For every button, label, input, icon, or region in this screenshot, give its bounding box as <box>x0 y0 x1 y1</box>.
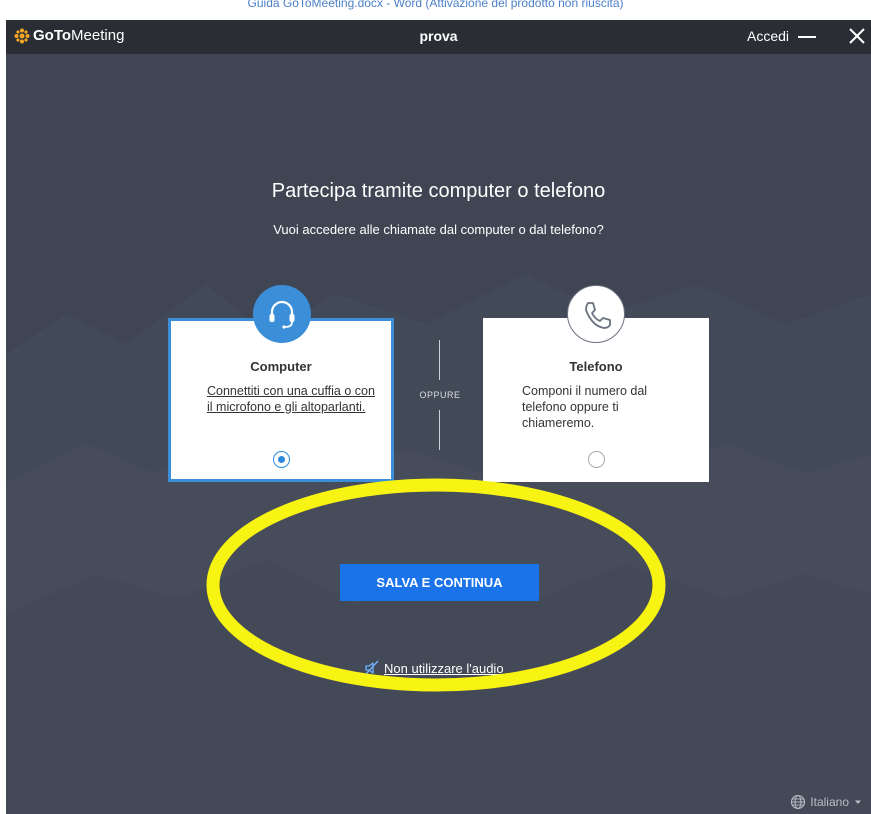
page-heading: Partecipa tramite computer o telefono <box>271 180 606 202</box>
brand-goto: GoTo <box>33 27 72 44</box>
chevron-down-icon <box>855 800 861 804</box>
option-phone-title: Telefono <box>569 359 623 374</box>
option-phone-description: Componi il numero dal telefono oppure ti… <box>522 384 648 430</box>
app-logo: GoTo Meeting <box>14 27 124 44</box>
app-titlebar: GoTo Meeting prova Accedi <box>6 20 871 54</box>
os-window-title: Guida GoToMeeting.docx - Word (Attivazio… <box>0 0 871 18</box>
gotomeeting-window: GoTo Meeting prova Accedi Partecipa trami… <box>6 20 871 814</box>
language-selector[interactable]: Italiano <box>790 794 863 810</box>
meeting-title: prova <box>419 28 458 44</box>
speaker-muted-icon <box>364 660 379 676</box>
brand-meeting: Meeting <box>71 27 125 44</box>
option-phone-radio[interactable] <box>588 451 605 468</box>
page-subheading: Vuoi accedere alle chiamate dal computer… <box>273 222 604 237</box>
option-computer-radio[interactable] <box>273 451 290 468</box>
divider-bottom <box>439 410 440 450</box>
gotomeeting-logo-icon <box>14 28 30 43</box>
language-label: Italiano <box>810 795 849 809</box>
save-continue-button[interactable]: SALVA E CONTINUA <box>340 564 539 601</box>
close-icon[interactable] <box>844 23 870 49</box>
globe-icon <box>791 794 806 810</box>
option-computer-description: Connettiti con una cuffia o con il micro… <box>207 384 375 414</box>
no-audio-link[interactable]: Non utilizzare l'audio <box>364 660 504 676</box>
divider-top <box>439 340 440 380</box>
no-audio-label: Non utilizzare l'audio <box>384 660 504 676</box>
headset-icon <box>253 285 311 343</box>
minimize-button[interactable] <box>798 36 816 38</box>
option-computer-title: Computer <box>250 359 312 374</box>
separator-label: OPPURE <box>419 390 461 400</box>
phone-icon <box>567 285 625 343</box>
signin-link[interactable]: Accedi <box>747 28 789 44</box>
